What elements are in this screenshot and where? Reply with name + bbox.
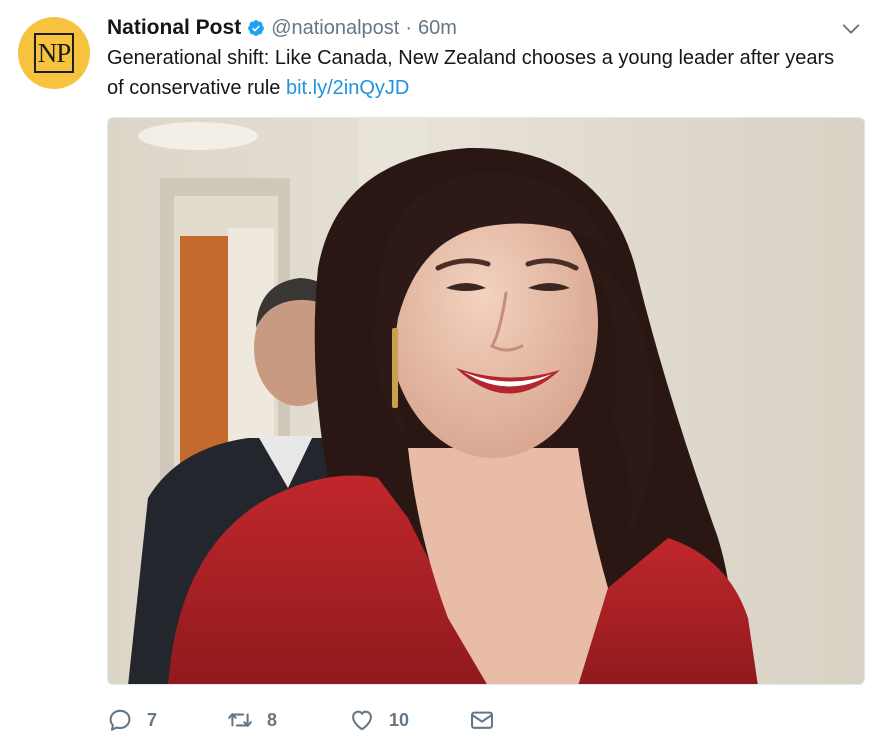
retweet-icon [228, 713, 252, 727]
envelope-icon [471, 711, 493, 729]
account-handle[interactable]: @nationalpost [271, 17, 399, 40]
like-button[interactable]: 10 [349, 704, 409, 736]
tweet-photo[interactable] [107, 117, 865, 685]
account-name[interactable]: National Post [107, 16, 241, 40]
tweet-card: NP National Post @nationalpost · 60m Gen… [0, 0, 880, 750]
photo-illustration [108, 118, 864, 684]
tweet-text: Generational shift: Like Canada, New Zea… [107, 43, 847, 103]
heart-icon [352, 710, 372, 731]
like-count: 10 [389, 709, 410, 730]
tweet-actions: 7 8 10 [107, 704, 607, 736]
chevron-down-icon[interactable] [840, 18, 862, 40]
reply-count: 7 [147, 709, 158, 730]
tweet-link[interactable]: bit.ly/2inQyJD [286, 77, 409, 99]
reply-button[interactable]: 7 [107, 704, 157, 736]
retweet-count: 8 [267, 709, 278, 730]
tweet-timestamp[interactable]: 60m [418, 17, 457, 40]
avatar[interactable]: NP [18, 17, 90, 89]
direct-message-button[interactable] [469, 704, 495, 736]
avatar-logo: NP [34, 33, 74, 73]
tweet-body: Generational shift: Like Canada, New Zea… [107, 47, 835, 99]
retweet-button[interactable]: 8 [227, 704, 277, 736]
reply-icon [109, 709, 131, 731]
header-separator: · [405, 16, 413, 39]
tweet-header: National Post @nationalpost · 60m [107, 14, 457, 42]
verified-badge-icon [248, 20, 265, 36]
